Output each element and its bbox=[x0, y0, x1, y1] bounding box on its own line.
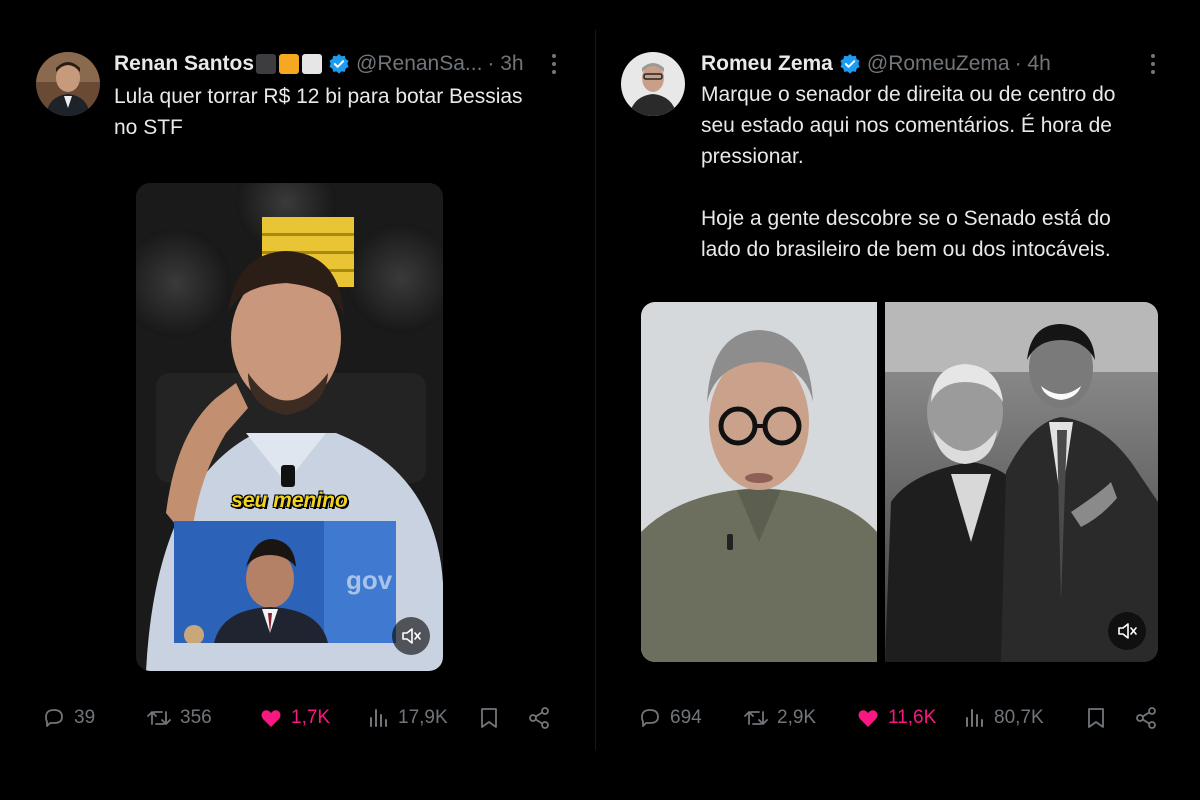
name-emoji-flags bbox=[256, 54, 323, 74]
author-handle[interactable]: @RomeuZema bbox=[867, 52, 1010, 76]
views-icon bbox=[370, 709, 387, 727]
views-count: 80,7K bbox=[994, 707, 1044, 728]
repost-count: 2,9K bbox=[777, 707, 817, 728]
tweet-renan-santos[interactable]: Renan Santos @RenanSa... · 3h Lula quer … bbox=[0, 0, 595, 800]
share-icon[interactable] bbox=[527, 700, 551, 736]
views-icon bbox=[966, 709, 983, 727]
verified-badge-icon bbox=[328, 53, 350, 75]
repost-count: 356 bbox=[180, 707, 212, 728]
inset-image: gov bbox=[174, 521, 396, 643]
repost-button[interactable]: 2,9K bbox=[743, 700, 816, 736]
action-bar: 694 2,9K 11,6K 80,7K bbox=[597, 700, 1200, 736]
like-icon bbox=[261, 710, 281, 727]
reply-icon bbox=[641, 709, 659, 727]
tweet-time[interactable]: · 4h bbox=[1015, 52, 1051, 76]
black-square-emoji bbox=[256, 54, 277, 74]
tweet-text-line: no STF bbox=[114, 116, 183, 139]
views-count: 17,9K bbox=[398, 707, 448, 728]
inset-logo-text: gov bbox=[346, 565, 393, 595]
repost-icon bbox=[147, 711, 171, 725]
bookmark-icon[interactable] bbox=[478, 700, 500, 736]
like-count: 11,6K bbox=[888, 707, 937, 728]
avatar-renan-santos[interactable] bbox=[36, 52, 100, 116]
like-button[interactable]: 11,6K bbox=[856, 700, 936, 736]
video-caption: seu menino bbox=[231, 489, 348, 512]
views-button[interactable]: 80,7K bbox=[964, 700, 1044, 736]
tweet-header: Romeu Zema @RomeuZema · 4h bbox=[701, 49, 1051, 79]
tweet-text: Marque o senador de direita ou de centro… bbox=[701, 79, 1115, 265]
author-name[interactable]: Romeu Zema bbox=[701, 52, 833, 76]
tweet-time[interactable]: · 3h bbox=[487, 52, 523, 76]
column-divider bbox=[595, 30, 596, 750]
tweet-text: Lula quer torrar R$ 12 bi para botar Bes… bbox=[114, 81, 523, 143]
reply-button[interactable]: 694 bbox=[638, 700, 702, 736]
more-icon[interactable] bbox=[1149, 52, 1157, 82]
tweet-romeu-zema[interactable]: Romeu Zema @RomeuZema · 4h Marque o sena… bbox=[597, 0, 1200, 800]
avatar-romeu-zema[interactable] bbox=[621, 52, 685, 116]
views-button[interactable]: 17,9K bbox=[368, 700, 448, 736]
tweet-header: Renan Santos @RenanSa... · 3h bbox=[114, 49, 524, 79]
mute-icon[interactable] bbox=[1108, 612, 1146, 650]
tweet-text-line: pressionar. bbox=[701, 145, 804, 168]
author-name[interactable]: Renan Santos bbox=[114, 52, 254, 76]
reply-count: 39 bbox=[74, 707, 96, 728]
more-icon[interactable] bbox=[550, 52, 558, 82]
reply-button[interactable]: 39 bbox=[42, 700, 95, 736]
verified-badge-icon bbox=[839, 53, 861, 75]
tweet-text-line: seu estado aqui nos comentários. É hora … bbox=[701, 114, 1112, 137]
white-square-emoji bbox=[302, 54, 323, 74]
like-icon bbox=[858, 710, 878, 727]
video-player[interactable]: seu menino gov bbox=[136, 183, 443, 671]
reply-icon bbox=[45, 709, 63, 727]
tweet-text-line: Lula quer torrar R$ 12 bi para botar Bes… bbox=[114, 85, 523, 108]
tweet-text-line: Hoje a gente descobre se o Senado está d… bbox=[701, 207, 1111, 230]
tweet-text-line bbox=[701, 172, 1115, 203]
mute-icon[interactable] bbox=[392, 617, 430, 655]
repost-icon bbox=[744, 711, 768, 725]
action-bar: 39 356 1,7K 17,9K bbox=[0, 700, 595, 736]
share-icon[interactable] bbox=[1134, 700, 1158, 736]
repost-button[interactable]: 356 bbox=[146, 700, 212, 736]
tweet-text-line: lado do brasileiro de bem ou dos intocáv… bbox=[701, 238, 1111, 261]
bookmark-icon[interactable] bbox=[1085, 700, 1107, 736]
author-handle[interactable]: @RenanSa... bbox=[356, 52, 482, 76]
tweet-text-line: Marque o senador de direita ou de centro… bbox=[701, 83, 1116, 106]
video-player[interactable] bbox=[641, 302, 1158, 662]
reply-count: 694 bbox=[670, 707, 702, 728]
like-count: 1,7K bbox=[291, 707, 331, 728]
orange-square-emoji bbox=[279, 54, 300, 74]
like-button[interactable]: 1,7K bbox=[259, 700, 330, 736]
